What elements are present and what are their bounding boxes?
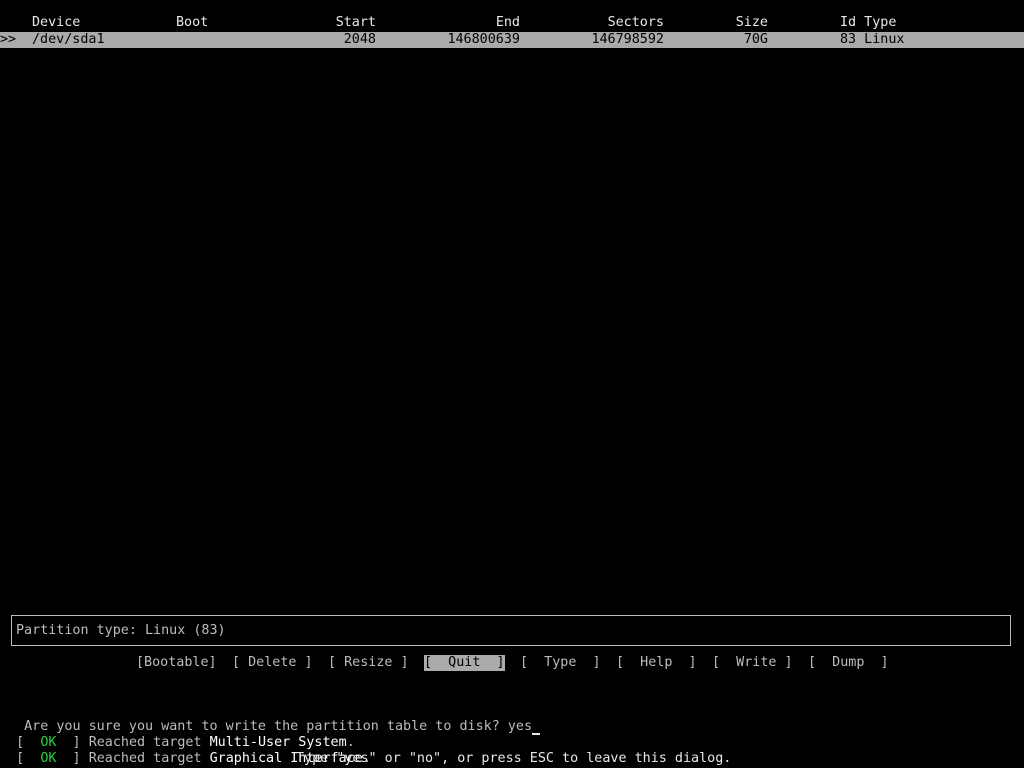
column-header-start: Start [335, 15, 376, 30]
delete-button[interactable]: [ Delete ] [232, 655, 313, 671]
column-header-sectors: Sectors [607, 15, 664, 30]
column-header-id-type: Id Type [840, 15, 897, 30]
cell-size: 70G [743, 32, 768, 47]
selection-marker: >> [0, 32, 17, 47]
cell-device: /dev/sda1 [32, 32, 105, 47]
write-confirmation-prompt[interactable]: Are you sure you want to write the parti… [8, 703, 541, 735]
status-bracket-close: ] [56, 751, 89, 766]
status-bracket-open: [ [16, 751, 41, 766]
text-cursor [532, 721, 541, 735]
cell-start: 2048 [343, 32, 376, 47]
ok-status-badge: OK [40, 751, 57, 766]
boot-message: [ OK ] Reached target Multi-User System. [0, 719, 355, 750]
table-row[interactable]: >> /dev/sda1 2048 146800639 146798592 70… [0, 32, 1024, 48]
resize-button[interactable]: [ Resize ] [328, 655, 409, 671]
column-header-end: End [495, 15, 520, 30]
type-button[interactable]: [ Type ] [520, 655, 601, 671]
boot-message-text: Reached target [88, 751, 210, 766]
help-button[interactable]: [ Help ] [616, 655, 697, 671]
column-header-size: Size [735, 15, 768, 30]
write-button[interactable]: [ Write ] [712, 655, 793, 671]
cell-end: 146800639 [447, 32, 520, 47]
column-header-device: Device [32, 15, 81, 30]
partition-type-label: Partition type: Linux (83) [16, 623, 226, 638]
dump-button[interactable]: [ Dump ] [808, 655, 889, 671]
quit-button[interactable]: [ Quit ] [424, 655, 505, 671]
dialog-hint: Type "yes" or "no", or press ESC to leav… [296, 751, 732, 766]
prompt-answer-input[interactable]: yes [508, 719, 532, 734]
partition-info-box: Partition type: Linux (83) [11, 615, 1011, 646]
bootable-button[interactable]: [Bootable] [136, 655, 217, 671]
column-header-boot: Boot [176, 15, 209, 30]
boot-message: [ OK ] Reached target Graphical Interfac… [0, 735, 371, 766]
cell-sectors: 146798592 [591, 32, 664, 47]
cell-id-type: 83 Linux [840, 32, 905, 47]
